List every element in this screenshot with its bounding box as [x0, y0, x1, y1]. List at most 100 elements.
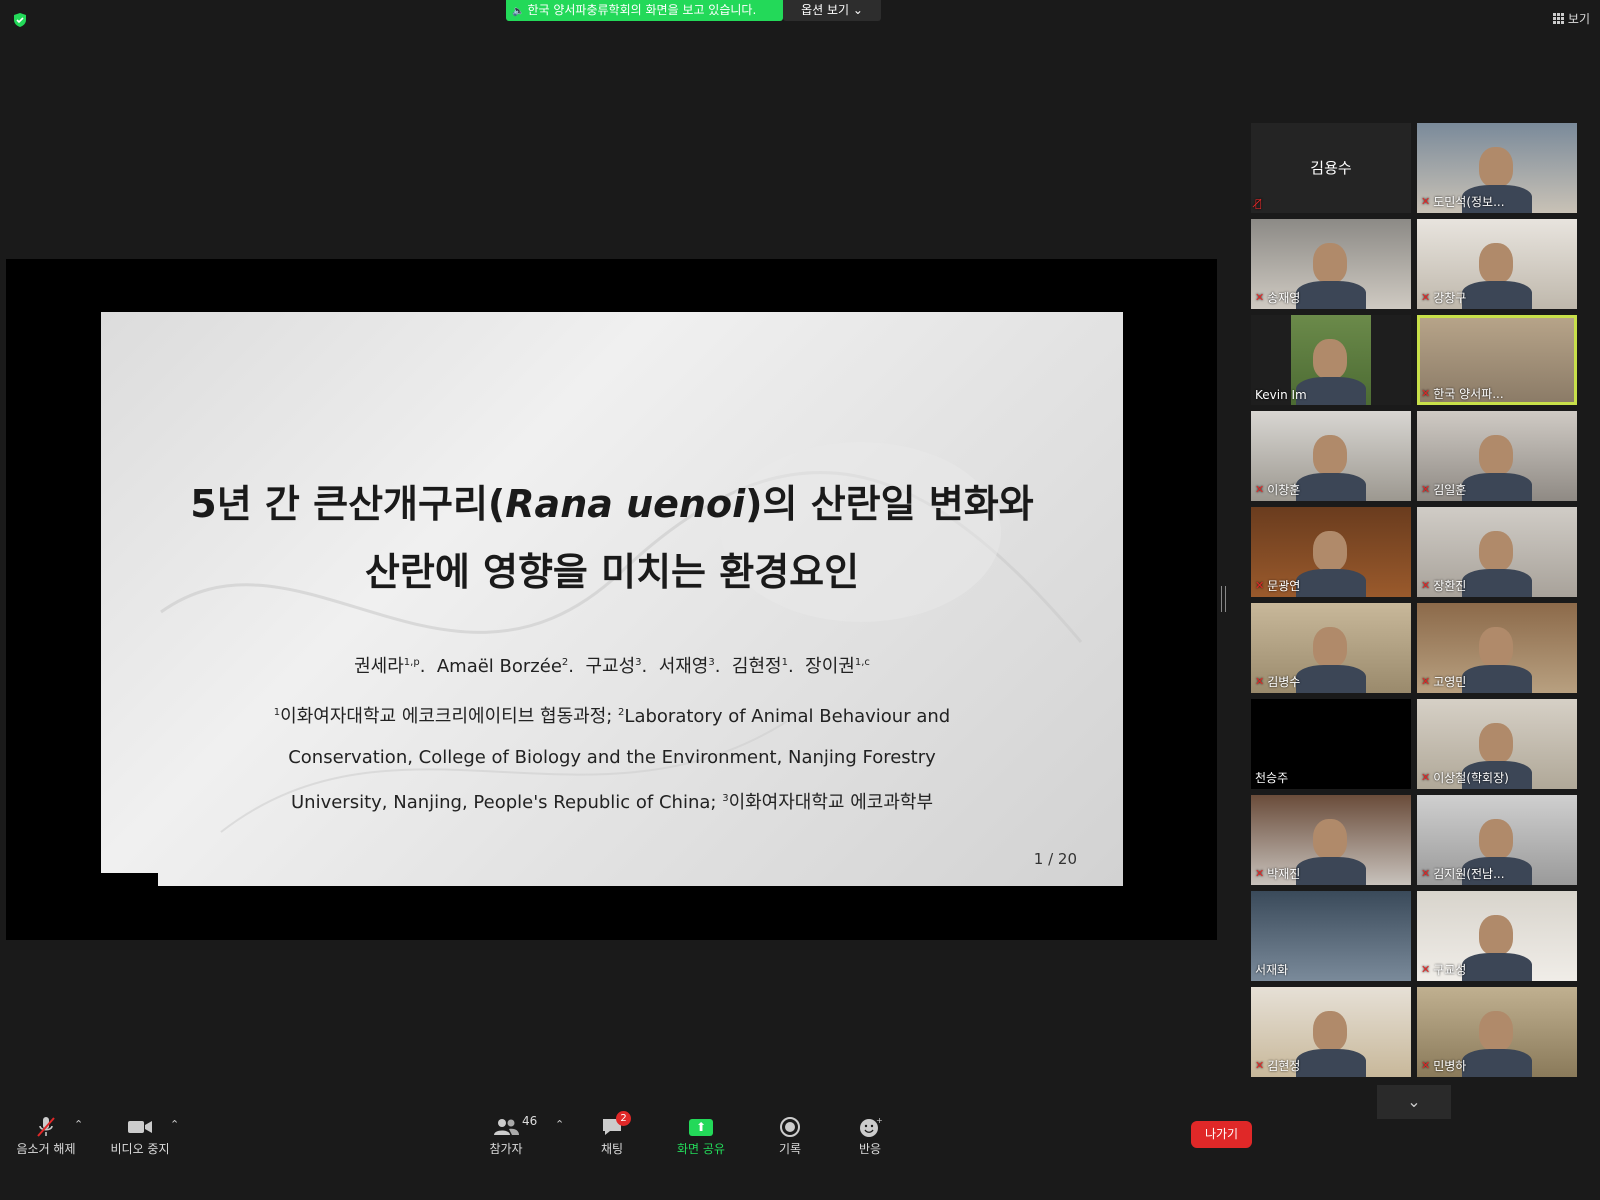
participant-name-label: 박재진: [1267, 867, 1301, 881]
participants-options-caret[interactable]: ⌃: [555, 1118, 564, 1131]
view-options-button[interactable]: 옵션 보기 ⌄: [783, 0, 881, 21]
slide-title: 5년 간 큰산개구리(Rana uenoi)의 산란일 변화와 산란에 영향을 …: [190, 482, 1034, 594]
participant-video: [1296, 1049, 1366, 1077]
slide-edge: [101, 873, 158, 886]
gallery-next-page-button[interactable]: ⌄: [1377, 1085, 1451, 1119]
chat-unread-badge: 2: [616, 1111, 631, 1126]
participant-tile[interactable]: 김용수 🎙̸: [1251, 123, 1411, 213]
smiley-plus-icon: +: [850, 1114, 890, 1140]
participant-name: ✕ 이상철(학회장): [1421, 769, 1509, 786]
muted-mic-icon: ✕: [1421, 771, 1431, 784]
participant-video: [1313, 1011, 1347, 1051]
participant-tile[interactable]: ✕ 장환진: [1417, 507, 1577, 597]
participant-tile[interactable]: ✕ 김현정: [1251, 987, 1411, 1077]
participant-name-label: 이상철(학회장): [1433, 771, 1509, 785]
reactions-button[interactable]: + 반응: [850, 1114, 890, 1157]
participant-tile[interactable]: 서재화: [1251, 891, 1411, 981]
muted-mic-icon: ✕: [1421, 291, 1431, 304]
muted-mic-icon: ✕: [1421, 963, 1431, 976]
stop-video-button[interactable]: 비디오 중지: [106, 1114, 174, 1157]
participant-tile[interactable]: 천승주: [1251, 699, 1411, 789]
panel-resize-handle[interactable]: [1221, 586, 1226, 612]
participant-name: ✕ 도민석(정보...: [1421, 193, 1505, 210]
share-screen-button[interactable]: ⬆ 화면 공유: [672, 1114, 730, 1157]
participant-name-label: 김병수: [1267, 675, 1301, 689]
participant-name: ✕ 한국 양서파...: [1421, 385, 1504, 402]
participant-tile[interactable]: ✕ 도민석(정보...: [1417, 123, 1577, 213]
participant-name-label: Kevin Im: [1255, 388, 1307, 402]
participant-video: [1296, 857, 1366, 885]
participant-name: ✕ 김현정: [1255, 1057, 1300, 1074]
participant-name-label: 고영민: [1433, 675, 1467, 689]
participant-name-label: 장환진: [1433, 579, 1467, 593]
participant-name: 천승주: [1255, 769, 1288, 786]
participant-name: ✕ 강창구: [1421, 289, 1466, 306]
participant-tile[interactable]: ✕ 민병하: [1417, 987, 1577, 1077]
participant-name-label: 김현정: [1267, 1059, 1301, 1073]
participants-count: 46: [522, 1114, 538, 1128]
muted-mic-icon: ✕: [1421, 579, 1431, 592]
participant-name: ✕ 문광연: [1255, 577, 1300, 594]
author: 장이권: [805, 656, 855, 677]
participant-video: [1479, 627, 1513, 667]
author: 김현정: [731, 656, 782, 677]
participant-video: [1313, 819, 1347, 859]
participant-tile[interactable]: ✕ 박재진: [1251, 795, 1411, 885]
participant-tile[interactable]: ✕ 고영민: [1417, 603, 1577, 693]
participant-tile[interactable]: ✕ 김병수: [1251, 603, 1411, 693]
participant-name-label: 이창훈: [1267, 483, 1301, 497]
audio-options-caret[interactable]: ⌃: [74, 1118, 83, 1131]
participant-name-label: 구교성: [1433, 963, 1467, 977]
participant-name-center: 김용수: [1310, 159, 1352, 177]
participant-name: ✕ 민병하: [1421, 1057, 1466, 1074]
svg-text:+: +: [876, 1116, 882, 1125]
participant-video: [1479, 531, 1513, 571]
muted-mic-icon: ✕: [1255, 1059, 1265, 1072]
participant-video: [1462, 953, 1532, 981]
participant-tile[interactable]: ✕ 구교성: [1417, 891, 1577, 981]
participant-tile[interactable]: ✕ 이창훈: [1251, 411, 1411, 501]
participant-tile[interactable]: ✕ 송재영: [1251, 219, 1411, 309]
shared-screen: 5년 간 큰산개구리(Rana uenoi)의 산란일 변화와 산란에 영향을 …: [6, 259, 1217, 940]
participant-name: ✕ 김일훈: [1421, 481, 1466, 498]
participant-tile[interactable]: ✕ 김일훈: [1417, 411, 1577, 501]
view-mode-button[interactable]: 보기: [1552, 10, 1590, 27]
record-icon: [770, 1114, 810, 1140]
participant-tile[interactable]: ✕ 한국 양서파...: [1417, 315, 1577, 405]
participant-tile[interactable]: ✕ 김지원(전남...: [1417, 795, 1577, 885]
participant-video: [1296, 281, 1366, 309]
participant-video: [1479, 915, 1513, 955]
participant-video: [1313, 435, 1347, 475]
participant-name-label: 김지원(전남...: [1433, 867, 1505, 881]
participant-tile[interactable]: ✕ 이상철(학회장): [1417, 699, 1577, 789]
screen-share-banner: 🔈 한국 양서파충류학회의 화면을 보고 있습니다.: [506, 0, 783, 21]
participant-tile[interactable]: Kevin Im: [1251, 315, 1411, 405]
participant-name-label: 김일훈: [1433, 483, 1467, 497]
leave-meeting-button[interactable]: 나가기: [1191, 1121, 1252, 1148]
participant-name: ✕ 김지원(전남...: [1421, 865, 1505, 882]
participant-name-label: 민병하: [1433, 1059, 1467, 1073]
security-shield-icon[interactable]: [12, 12, 28, 28]
record-button[interactable]: 기록: [770, 1114, 810, 1157]
slide-affiliations: 1이화여자대학교 에코크리에이티브 협동과정; 2Laboratory of A…: [273, 706, 951, 813]
participant-video: [1479, 1011, 1513, 1051]
participant-name: 서재화: [1255, 961, 1288, 978]
participant-name-label: 도민석(정보...: [1433, 195, 1505, 209]
participant-video: [1313, 627, 1347, 667]
participant-video: [1313, 243, 1347, 283]
unmute-button[interactable]: 음소거 해제: [12, 1114, 80, 1157]
muted-mic-icon: ✕: [1421, 387, 1431, 400]
muted-mic-icon: ✕: [1421, 1059, 1431, 1072]
muted-mic-icon: ✕: [1255, 483, 1265, 496]
video-options-caret[interactable]: ⌃: [170, 1118, 179, 1131]
participant-tile[interactable]: ✕ 강창구: [1417, 219, 1577, 309]
participant-video: [1479, 243, 1513, 283]
participant-name-label: 송재영: [1267, 291, 1301, 305]
participant-video: [1296, 665, 1366, 693]
participant-name: ✕ 김병수: [1255, 673, 1300, 690]
muted-mic-icon: ✕: [1421, 195, 1431, 208]
participant-tile[interactable]: ✕ 문광연: [1251, 507, 1411, 597]
participant-video: [1462, 473, 1532, 501]
author: 구교성: [585, 656, 636, 677]
author: 권세라: [354, 656, 404, 677]
